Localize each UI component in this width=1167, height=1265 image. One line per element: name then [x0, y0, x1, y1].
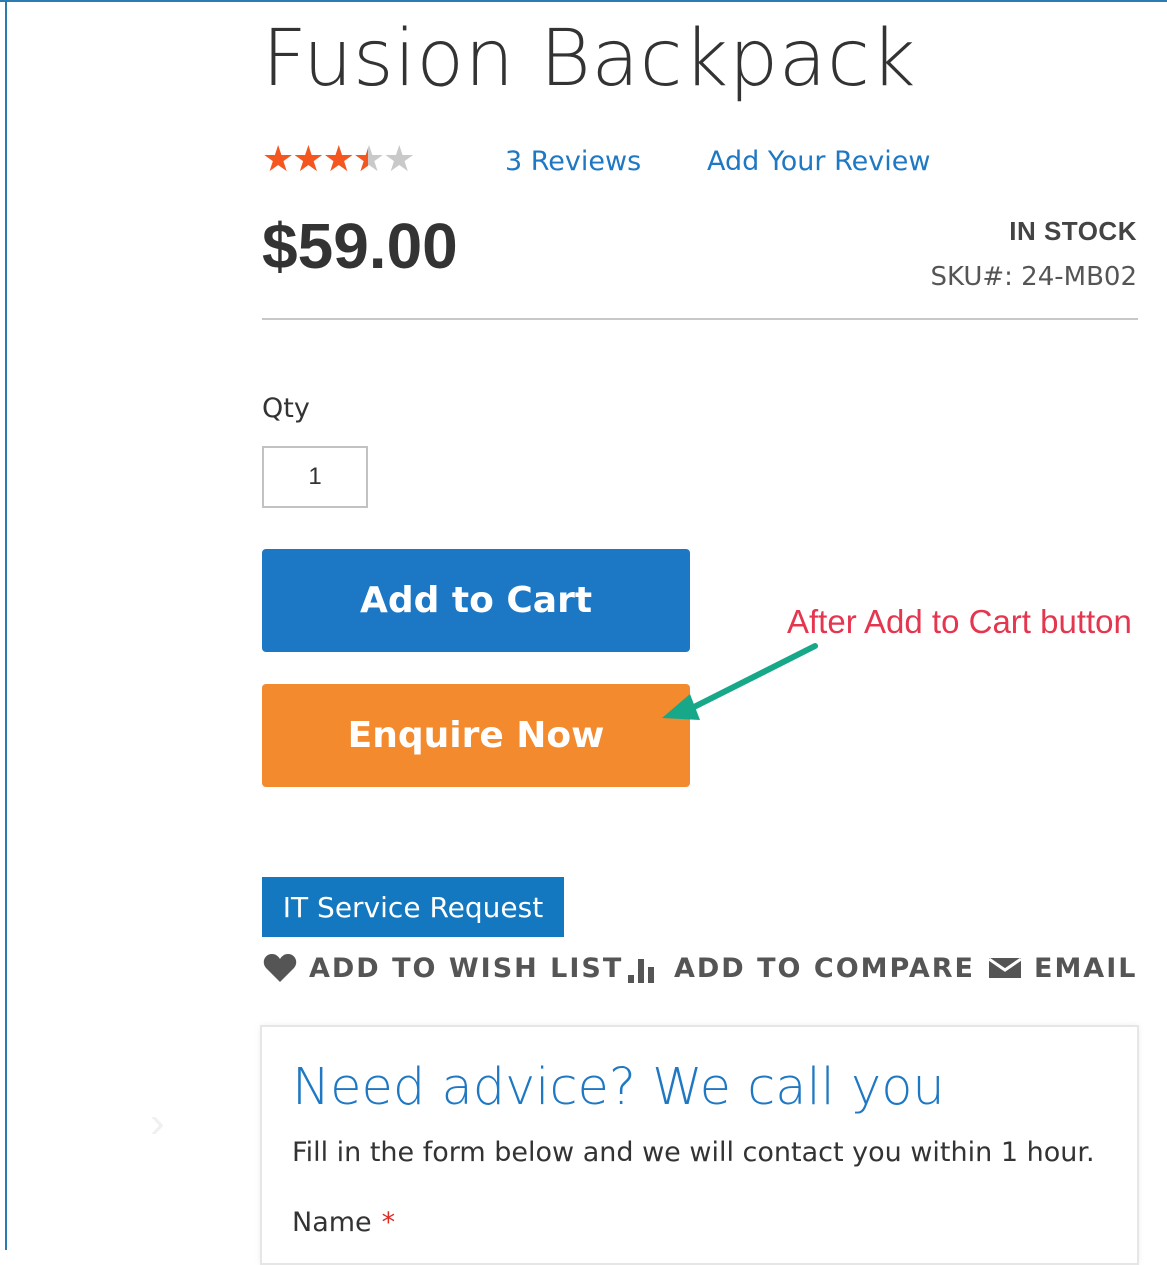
qty-label: Qty	[262, 393, 310, 424]
annotation-arrow-icon	[662, 643, 818, 720]
star-icon: ★	[292, 138, 324, 179]
product-title: Fusion Backpack	[262, 14, 917, 104]
stock-status: IN STOCK	[1009, 216, 1137, 246]
wishlist-label: ADD TO WISH LIST	[309, 952, 624, 984]
advice-description: Fill in the form below and we will conta…	[292, 1137, 1095, 1168]
required-mark: *	[381, 1207, 396, 1238]
window-left-border	[5, 0, 7, 1250]
email-label: EMAIL	[1034, 952, 1138, 984]
divider	[262, 318, 1138, 320]
advice-title: Need advice? We call you	[292, 1058, 945, 1117]
bar-chart-icon	[628, 959, 654, 983]
add-to-wishlist-link[interactable]: ADD TO WISH LIST	[263, 950, 623, 986]
enquire-now-button[interactable]: Enquire Now	[262, 684, 690, 787]
window-top-border	[0, 0, 1167, 8]
email-link[interactable]: EMAIL	[988, 950, 1137, 986]
rating-stars: ★★★★ ★	[262, 138, 415, 179]
qty-input[interactable]	[262, 446, 368, 508]
product-price: $59.00	[262, 210, 458, 282]
add-to-compare-link[interactable]: ADD TO COMPARE	[626, 950, 975, 986]
add-to-cart-button[interactable]: Add to Cart	[262, 549, 690, 652]
annotation-text: After Add to Cart button	[787, 603, 1132, 640]
it-service-request-button[interactable]: IT Service Request	[262, 877, 564, 937]
heart-icon	[263, 954, 297, 982]
reviews-link[interactable]: 3 Reviews	[505, 146, 641, 177]
product-sku: SKU#: 24-MB02	[930, 262, 1137, 292]
star-icon: ★	[353, 141, 385, 178]
star-icon: ★	[383, 138, 415, 179]
compare-label: ADD TO COMPARE	[674, 952, 975, 984]
add-review-link[interactable]: Add Your Review	[707, 146, 930, 177]
star-icon: ★	[262, 138, 294, 179]
star-icon: ★	[322, 138, 355, 179]
name-field-label: Name *	[292, 1207, 395, 1238]
name-label-text: Name	[292, 1207, 372, 1238]
envelope-icon	[988, 957, 1022, 978]
chevron-right-icon[interactable]: ›	[150, 1098, 165, 1148]
